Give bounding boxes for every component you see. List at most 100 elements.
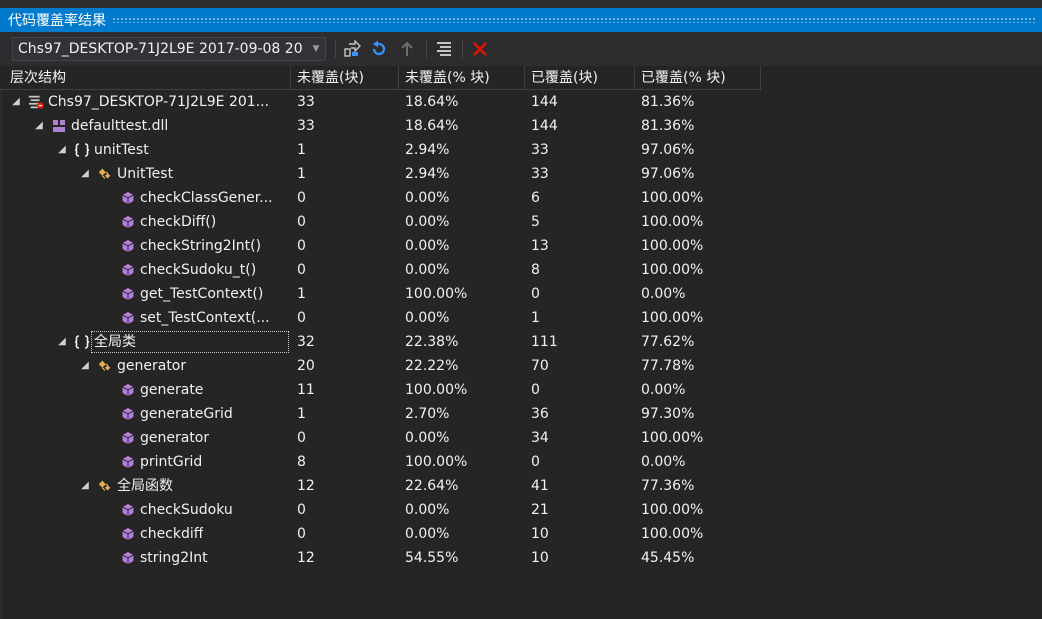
method-icon xyxy=(120,286,136,302)
column-header-covered-blocks[interactable]: 已覆盖(块) xyxy=(525,66,635,90)
covered-blocks-cell: 41 xyxy=(531,478,549,494)
not-covered-blocks-cell: 1 xyxy=(297,142,306,158)
coverage-tree[interactable]: ◢ Chs97_DESKTOP-71J2L9E 201... 33 18.64% 144… xyxy=(0,90,1042,570)
node-label[interactable]: unitTest xyxy=(94,138,149,162)
not-covered-pct-cell: 0.00% xyxy=(405,190,450,206)
table-row[interactable]: generator 0 0.00% 34 100.00% xyxy=(0,426,1042,450)
node-label[interactable]: checkSudoku xyxy=(140,498,233,522)
node-label[interactable]: 全局类 xyxy=(91,331,289,353)
covered-pct-cell: 0.00% xyxy=(641,454,686,470)
covered-blocks-cell: 0 xyxy=(531,286,540,302)
remove-results-button[interactable] xyxy=(469,39,491,59)
column-header-hierarchy[interactable]: 层次结构 xyxy=(4,66,291,90)
table-row[interactable]: printGrid 8 100.00% 0 0.00% xyxy=(0,450,1042,474)
not-covered-blocks-cell: 0 xyxy=(297,502,306,518)
column-header-covered-pct[interactable]: 已覆盖(% 块) xyxy=(635,66,761,90)
node-label[interactable]: defaulttest.dll xyxy=(71,114,168,138)
merge-results-button[interactable] xyxy=(433,39,455,59)
not-covered-pct-cell: 0.00% xyxy=(405,238,450,254)
not-covered-blocks-cell: 0 xyxy=(297,238,306,254)
chevron-down-icon[interactable]: ▼ xyxy=(307,38,325,60)
hierarchy-cell: generate xyxy=(0,378,289,402)
covered-pct-cell: 97.06% xyxy=(641,166,695,182)
node-label[interactable]: checkdiff xyxy=(140,522,203,546)
export-results-button[interactable] xyxy=(341,39,363,59)
class-icon xyxy=(97,358,113,374)
table-row[interactable]: generateGrid 1 2.70% 36 97.30% xyxy=(0,402,1042,426)
table-row[interactable]: string2Int 12 54.55% 10 45.45% xyxy=(0,546,1042,570)
not-covered-pct-cell: 0.00% xyxy=(405,310,450,326)
expand-collapse-icon[interactable]: ◢ xyxy=(10,90,22,114)
node-label[interactable]: 全局函数 xyxy=(117,474,173,498)
not-covered-pct-cell: 100.00% xyxy=(405,382,468,398)
column-header-not-covered-blocks[interactable]: 未覆盖(块) xyxy=(291,66,399,90)
import-results-icon xyxy=(401,41,413,56)
table-row[interactable]: checkSudoku 0 0.00% 21 100.00% xyxy=(0,498,1042,522)
covered-blocks-cell: 8 xyxy=(531,262,540,278)
table-row[interactable]: generate 11 100.00% 0 0.00% xyxy=(0,378,1042,402)
coverage-result-selector[interactable]: Chs97_DESKTOP-71J2L9E 2017-09-08 20 ▼ xyxy=(12,37,326,61)
node-label[interactable]: checkString2Int() xyxy=(140,234,261,258)
table-row[interactable]: checkClassGener... 0 0.00% 6 100.00% xyxy=(0,186,1042,210)
table-row[interactable]: ◢ defaulttest.dll 33 18.64% 144 81.36% xyxy=(0,114,1042,138)
not-covered-pct-cell: 0.00% xyxy=(405,526,450,542)
tool-window-title-bar[interactable]: 代码覆盖率结果 xyxy=(0,8,1042,32)
title-bar-grip[interactable] xyxy=(112,17,1036,23)
not-covered-blocks-cell: 0 xyxy=(297,262,306,278)
covered-pct-cell: 97.30% xyxy=(641,406,695,422)
not-covered-pct-cell: 2.94% xyxy=(405,166,450,182)
table-row[interactable]: ◢ 全局类 32 22.38% 111 77.62% xyxy=(0,330,1042,354)
table-row[interactable]: get_TestContext() 1 100.00% 0 0.00% xyxy=(0,282,1042,306)
export-results-icon xyxy=(344,40,361,57)
node-label[interactable]: get_TestContext() xyxy=(140,282,263,306)
table-row[interactable]: ◢ Chs97_DESKTOP-71J2L9E 201... 33 18.64% 144… xyxy=(0,90,1042,114)
node-label[interactable]: printGrid xyxy=(140,450,202,474)
not-covered-blocks-cell: 1 xyxy=(297,286,306,302)
node-label[interactable]: checkDiff() xyxy=(140,210,216,234)
table-row[interactable]: checkDiff() 0 0.00% 5 100.00% xyxy=(0,210,1042,234)
node-label[interactable]: generator xyxy=(117,354,186,378)
covered-pct-cell: 100.00% xyxy=(641,238,704,254)
table-row[interactable]: checkSudoku_t() 0 0.00% 8 100.00% xyxy=(0,258,1042,282)
expand-collapse-icon[interactable]: ◢ xyxy=(56,138,68,162)
node-label[interactable]: checkClassGener... xyxy=(140,186,273,210)
hierarchy-cell: ◢ UnitTest xyxy=(0,162,289,186)
not-covered-blocks-cell: 0 xyxy=(297,430,306,446)
import-results-button[interactable] xyxy=(396,39,418,59)
expand-collapse-icon[interactable]: ◢ xyxy=(79,162,91,186)
expand-collapse-icon[interactable]: ◢ xyxy=(79,474,91,498)
expand-collapse-icon[interactable]: ◢ xyxy=(33,114,45,138)
hierarchy-cell: get_TestContext() xyxy=(0,282,289,306)
not-covered-pct-cell: 18.64% xyxy=(405,118,459,134)
not-covered-pct-cell: 2.94% xyxy=(405,142,450,158)
table-row[interactable]: ◢ UnitTest 1 2.94% 33 97.06% xyxy=(0,162,1042,186)
node-label[interactable]: generate xyxy=(140,378,203,402)
covered-blocks-cell: 33 xyxy=(531,166,549,182)
merge-results-icon xyxy=(437,42,451,56)
table-row[interactable]: ◢ unitTest 1 2.94% 33 97.06% xyxy=(0,138,1042,162)
covered-pct-cell: 100.00% xyxy=(641,310,704,326)
node-label[interactable]: string2Int xyxy=(140,546,208,570)
expand-collapse-icon[interactable]: ◢ xyxy=(56,330,68,354)
not-covered-blocks-cell: 0 xyxy=(297,526,306,542)
table-row[interactable]: ◢ generator 20 22.22% 70 77.78% xyxy=(0,354,1042,378)
table-row[interactable]: ◢ 全局函数 12 22.64% 41 77.36% xyxy=(0,474,1042,498)
covered-pct-cell: 100.00% xyxy=(641,190,704,206)
column-header-not-covered-pct[interactable]: 未覆盖(% 块) xyxy=(399,66,525,90)
node-label[interactable]: generator xyxy=(140,426,209,450)
expand-collapse-icon[interactable]: ◢ xyxy=(79,354,91,378)
node-label[interactable]: Chs97_DESKTOP-71J2L9E 201... xyxy=(48,90,269,114)
not-covered-pct-cell: 22.64% xyxy=(405,478,459,494)
refresh-button[interactable] xyxy=(368,39,390,59)
node-label[interactable]: UnitTest xyxy=(117,162,173,186)
node-label[interactable]: set_TestContext(... xyxy=(140,306,270,330)
table-row[interactable]: set_TestContext(... 0 0.00% 1 100.00% xyxy=(0,306,1042,330)
covered-blocks-cell: 70 xyxy=(531,358,549,374)
table-row[interactable]: checkdiff 0 0.00% 10 100.00% xyxy=(0,522,1042,546)
covered-blocks-cell: 144 xyxy=(531,118,558,134)
covered-blocks-cell: 13 xyxy=(531,238,549,254)
node-label[interactable]: generateGrid xyxy=(140,402,233,426)
hierarchy-cell: set_TestContext(... xyxy=(0,306,289,330)
table-row[interactable]: checkString2Int() 0 0.00% 13 100.00% xyxy=(0,234,1042,258)
node-label[interactable]: checkSudoku_t() xyxy=(140,258,256,282)
